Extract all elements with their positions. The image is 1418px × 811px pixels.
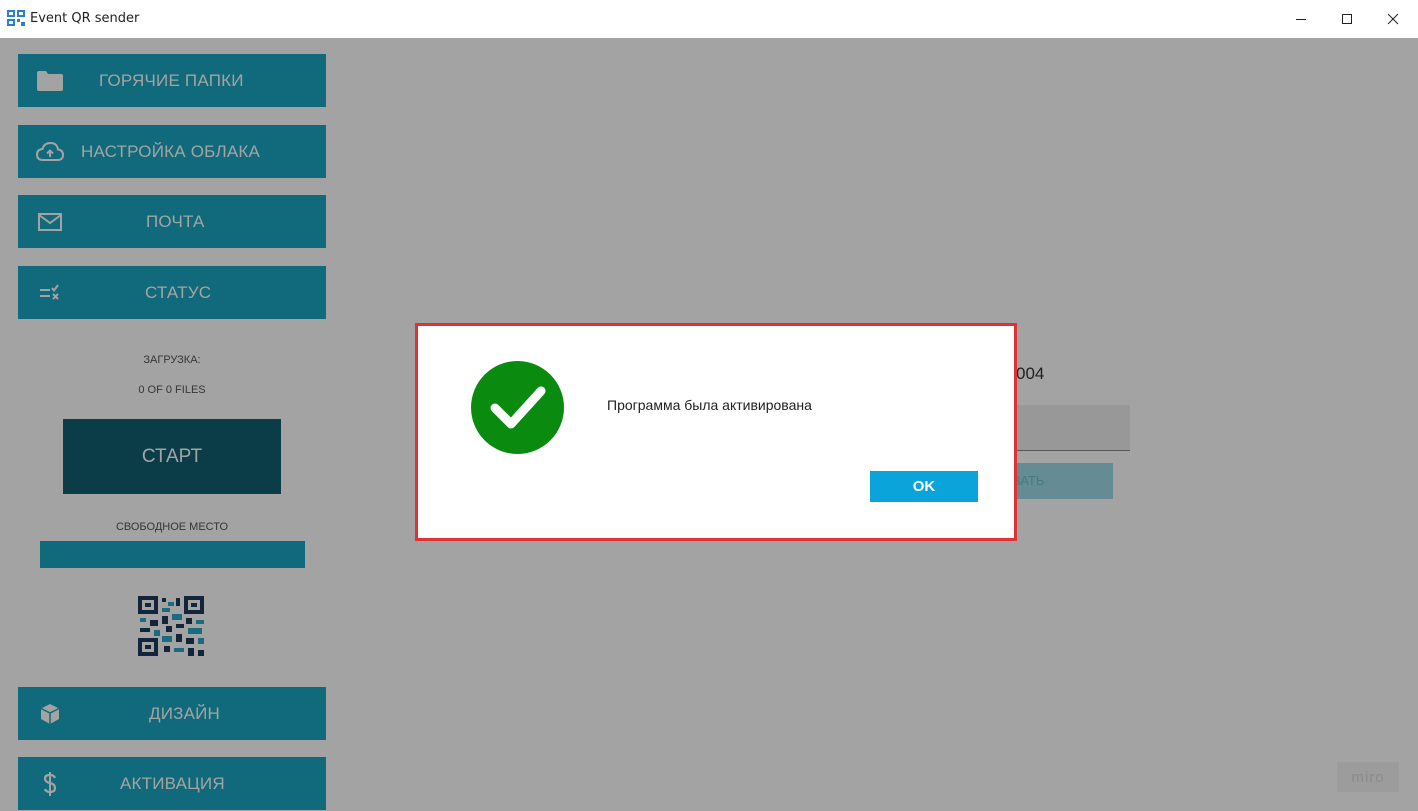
maximize-icon [1342, 14, 1352, 24]
qr-app-icon [7, 10, 25, 26]
minimize-icon [1296, 19, 1306, 20]
maximize-button[interactable] [1324, 0, 1370, 38]
title-bar: Event QR sender [0, 0, 1418, 38]
success-check-icon [471, 361, 564, 454]
dialog-message: Программа была активирована [607, 397, 812, 413]
ok-button[interactable]: OK [870, 471, 978, 502]
minimize-button[interactable] [1278, 0, 1324, 38]
window-title: Event QR sender [30, 11, 140, 26]
close-button[interactable] [1370, 0, 1416, 38]
close-icon [1387, 13, 1399, 25]
activation-dialog: Программа была активирована OK [415, 323, 1017, 541]
